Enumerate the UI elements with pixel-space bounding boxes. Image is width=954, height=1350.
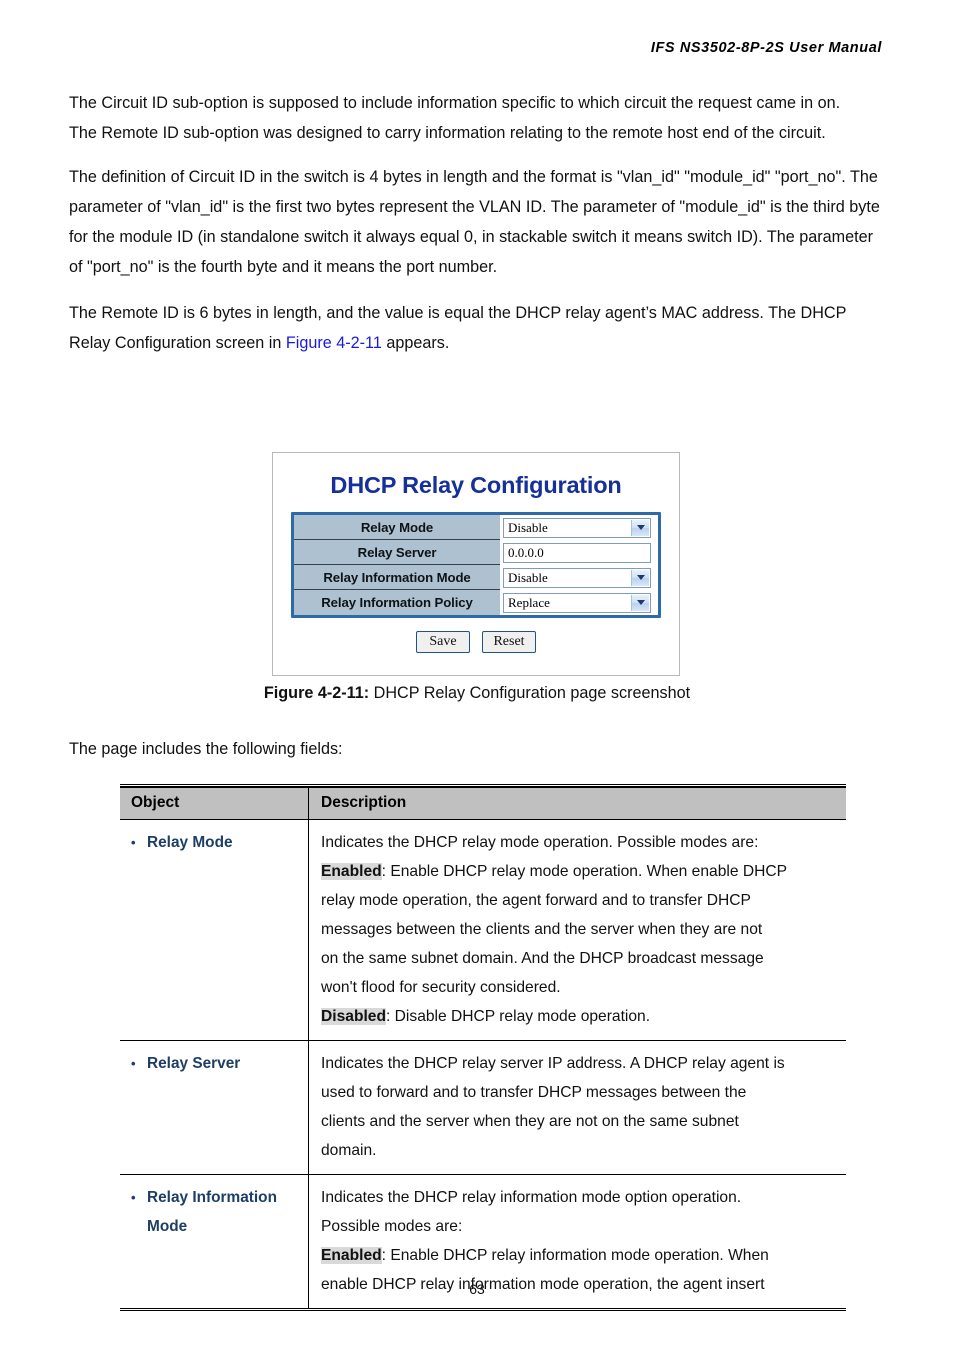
paragraph-3-suffix: appears.: [381, 334, 450, 352]
table-row: Relay Server Indicates the DHCP relay se…: [120, 1041, 846, 1175]
object-name-relay-information-mode: Relay Information Mode: [131, 1183, 302, 1241]
figure-config-table: Relay Mode Disable Relay Server 0.0.0.0: [291, 512, 661, 618]
relay-information-policy-select-value: Replace: [508, 594, 550, 610]
relay-information-mode-select-value: Disable: [508, 569, 548, 585]
figure-screenshot-dhcp-relay-configuration: DHCP Relay Configuration Relay Mode Disa…: [272, 452, 680, 676]
paragraph-1: The Circuit ID sub-option is supposed to…: [69, 88, 881, 148]
figure-label-relay-mode: Relay Mode: [294, 515, 500, 540]
table-cell-object: Relay Server: [120, 1041, 309, 1174]
paragraph-2: The definition of Circuit ID in the swit…: [69, 168, 880, 276]
description-line: Indicates the DHCP relay information mod…: [321, 1189, 742, 1206]
figure-row-relay-mode: Relay Mode Disable: [294, 515, 658, 540]
table-cell-description: Indicates the DHCP relay mode operation.…: [309, 820, 846, 1040]
description-line: domain.: [321, 1142, 377, 1159]
document-page: IFS NS3502-8P-2S User Manual The Circuit…: [0, 0, 954, 1350]
figure-panel-title: DHCP Relay Configuration: [330, 472, 622, 498]
description-line: messages between the clients and the ser…: [321, 921, 763, 938]
description-line: Indicates the DHCP relay mode operation.…: [321, 834, 759, 851]
table-cell-object: Relay Mode: [120, 820, 309, 1040]
value-highlight-disabled: Disabled: [321, 1008, 386, 1025]
page-number: 63: [469, 1281, 485, 1297]
fields-lead-in-text: The page includes the following fields:: [69, 740, 343, 758]
relay-information-mode-select[interactable]: Disable: [503, 567, 651, 588]
figure-field-relay-mode: Disable: [500, 515, 658, 540]
paragraph-1-line-2: The Remote ID sub-option was designed to…: [69, 124, 826, 142]
object-name-relay-mode: Relay Mode: [131, 828, 302, 857]
relay-mode-select-value: Disable: [508, 519, 548, 535]
table-header-row: Object Description: [120, 787, 846, 820]
description-line: won't flood for security considered.: [321, 979, 561, 996]
field-description-table: Object Description Relay Mode Indicates …: [120, 784, 846, 1311]
table-row: Relay Mode Indicates the DHCP relay mode…: [120, 820, 846, 1041]
figure-field-relay-information-mode: Disable: [500, 565, 658, 590]
value-highlight-enabled: Enabled: [321, 863, 382, 880]
figure-row-relay-information-mode: Relay Information Mode Disable: [294, 565, 658, 590]
value-highlight-enabled: Enabled: [321, 1247, 382, 1264]
figure-field-relay-information-policy: Replace: [500, 590, 658, 615]
description-line: Possible modes are:: [321, 1218, 463, 1235]
column-header-object: Object: [120, 788, 309, 819]
figure-reference-link[interactable]: Figure 4-2-11: [286, 334, 382, 352]
description-line: on the same subnet domain. And the DHCP …: [321, 950, 764, 967]
relay-information-policy-select[interactable]: Replace: [503, 592, 651, 613]
description-line: Enabled: Enable DHCP relay mode operatio…: [321, 863, 788, 880]
column-header-description: Description: [321, 794, 407, 811]
figure-label-relay-information-mode: Relay Information Mode: [294, 565, 500, 590]
description-line: relay mode operation, the agent forward …: [321, 892, 751, 909]
paragraph-3-prefix: The Remote ID is 6 bytes in length, and …: [69, 304, 847, 352]
paragraph-3: The Remote ID is 6 bytes in length, and …: [69, 298, 881, 358]
figure-caption-number: Figure 4-2-11:: [263, 684, 370, 702]
figure-row-relay-server: Relay Server 0.0.0.0: [294, 540, 658, 565]
document-header-title: IFS NS3502-8P-2S User Manual: [650, 40, 882, 56]
description-line: Disabled: Disable DHCP relay mode operat…: [321, 1008, 651, 1025]
figure-label-relay-information-policy: Relay Information Policy: [294, 590, 500, 615]
relay-server-input[interactable]: 0.0.0.0: [503, 542, 651, 563]
description-line: Enabled: Enable DHCP relay information m…: [321, 1247, 769, 1264]
relay-server-input-value: 0.0.0.0: [508, 544, 544, 560]
object-name-relay-server: Relay Server: [131, 1049, 302, 1078]
figure-label-relay-server: Relay Server: [294, 540, 500, 565]
description-line: Indicates the DHCP relay server IP addre…: [321, 1055, 785, 1072]
description-line: clients and the server when they are not…: [321, 1113, 739, 1130]
figure-caption: Figure 4-2-11: DHCP Relay Configuration …: [0, 684, 954, 703]
relay-mode-select[interactable]: Disable: [503, 517, 651, 538]
chevron-down-icon[interactable]: [631, 569, 649, 586]
paragraph-1-line-1: The Circuit ID sub-option is supposed to…: [69, 94, 841, 112]
table-cell-description: Indicates the DHCP relay server IP addre…: [309, 1041, 846, 1174]
body-text-block: The Circuit ID sub-option is supposed to…: [69, 88, 881, 374]
save-button[interactable]: Save: [416, 631, 470, 653]
chevron-down-icon[interactable]: [631, 594, 649, 611]
figure-row-relay-information-policy: Relay Information Policy Replace: [294, 590, 658, 615]
figure-caption-text: DHCP Relay Configuration page screenshot: [369, 684, 691, 702]
chevron-down-icon[interactable]: [631, 519, 649, 536]
description-line: used to forward and to transfer DHCP mes…: [321, 1084, 747, 1101]
reset-button[interactable]: Reset: [482, 631, 536, 653]
figure-button-bar: Save Reset: [273, 631, 679, 653]
figure-field-relay-server: 0.0.0.0: [500, 540, 658, 565]
